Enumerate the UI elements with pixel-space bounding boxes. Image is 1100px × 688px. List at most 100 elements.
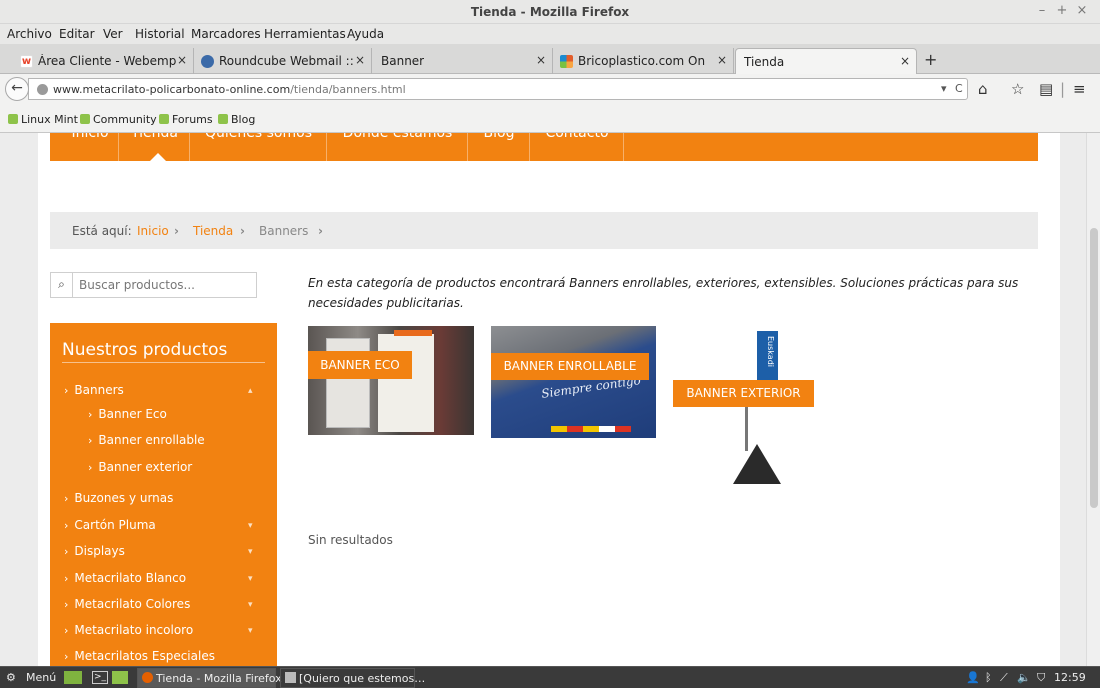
menu-archivo[interactable]: Archivo	[7, 27, 52, 41]
taskbar-window-firefox[interactable]: Tienda - Mozilla Firefox	[137, 668, 282, 688]
reading-list-icon[interactable]: ▤	[1039, 80, 1053, 98]
bookmark-community[interactable]: Community	[80, 113, 157, 126]
taskbar-window-label: [Quiero que estemos…	[299, 672, 426, 685]
show-desktop-icon[interactable]	[64, 671, 82, 684]
maximize-icon[interactable]: +	[1054, 3, 1070, 18]
new-tab-icon[interactable]: +	[924, 50, 937, 69]
start-menu-label[interactable]: Menú	[26, 671, 56, 684]
breadcrumb-tienda[interactable]: Tienda	[193, 224, 233, 238]
firefox-icon	[142, 672, 153, 683]
close-tab-icon[interactable]: ×	[177, 53, 187, 67]
search-icon[interactable]: ⌕	[51, 273, 73, 297]
sidebar-item-label: Metacrilatos Especiales	[74, 649, 215, 663]
sidebar-item-metacrilato-colores[interactable]: › Metacrilato Colores	[64, 597, 190, 611]
nav-quienes-somos[interactable]: Quienes somos	[191, 133, 327, 161]
close-tab-icon[interactable]: ×	[355, 53, 365, 67]
tab-tienda[interactable]: Tienda ×	[735, 48, 917, 74]
sidebar-item-banner-eco[interactable]: › Banner Eco	[88, 407, 167, 421]
nav-inicio[interactable]: Inicio	[62, 133, 119, 161]
user-icon[interactable]: 👤	[966, 671, 980, 684]
banner-brand-strip	[394, 330, 432, 336]
sidebar-item-banner-exterior[interactable]: › Banner exterior	[88, 460, 192, 474]
site-navigation: Inicio Tienda Quienes somos Donde estamo…	[50, 133, 1038, 161]
bookmark-star-icon[interactable]: ☆	[1011, 80, 1024, 98]
close-tab-icon[interactable]: ×	[717, 53, 727, 67]
network-icon[interactable]: ⟋	[1000, 671, 1008, 685]
mint-menu-icon[interactable]: ⚙	[6, 671, 16, 684]
breadcrumb-inicio[interactable]: Inicio	[137, 224, 169, 238]
category-banner-enrollable[interactable]: mobil Siempre contigo BANNER ENROLLABLE	[491, 326, 656, 438]
chevron-right-icon: ›	[88, 408, 93, 421]
sidebar-item-metacrilato-blanco[interactable]: › Metacrilato Blanco	[64, 571, 186, 585]
mint-icon	[80, 114, 90, 124]
category-label[interactable]: BANNER ECO	[308, 351, 412, 379]
minimize-icon[interactable]: –	[1034, 3, 1050, 18]
navigation-bar: www.metacrilato-policarbonato-online.com…	[0, 74, 1100, 104]
url-host: www.metacrilato-policarbonato-online.com	[53, 83, 291, 96]
tab-bricoplastico[interactable]: Bricoplastico.com On Lin… ×	[554, 48, 734, 74]
tab-area-cliente[interactable]: w Área Cliente - Webempre… ×	[14, 48, 194, 74]
category-label[interactable]: BANNER EXTERIOR	[673, 380, 814, 407]
expand-icon[interactable]: ▴	[248, 386, 253, 396]
category-label[interactable]: BANNER ENROLLABLE	[491, 353, 649, 380]
hamburger-menu-icon[interactable]: ≡	[1073, 80, 1086, 98]
menu-bar: Archivo Editar Ver Historial Marcadores …	[0, 24, 1100, 44]
close-tab-icon[interactable]: ×	[900, 54, 910, 68]
clock-text: 12:59	[1054, 671, 1086, 684]
bookmark-linux-mint[interactable]: Linux Mint	[8, 113, 78, 126]
menu-herramientas[interactable]: Herramientas	[264, 27, 346, 41]
banner-stand-image	[378, 334, 434, 432]
scrollbar-thumb[interactable]	[1090, 228, 1098, 508]
expand-icon[interactable]: ▾	[248, 574, 253, 584]
expand-icon[interactable]: ▾	[248, 521, 253, 531]
menu-editar[interactable]: Editar	[59, 27, 95, 41]
category-banner-eco[interactable]: BANNER ECO	[308, 326, 474, 435]
volume-icon[interactable]: 🔈	[1017, 671, 1031, 684]
menu-ayuda[interactable]: Ayuda	[347, 27, 384, 41]
page-scrollbar[interactable]	[1086, 133, 1100, 666]
tab-roundcube[interactable]: Roundcube Webmail :: En… ×	[195, 48, 372, 74]
sidebar-item-banner-enrollable[interactable]: › Banner enrollable	[88, 433, 205, 447]
nav-contacto[interactable]: Contacto	[531, 133, 624, 161]
url-text: www.metacrilato-policarbonato-online.com…	[53, 83, 406, 96]
expand-icon[interactable]: ▾	[248, 547, 253, 557]
sidebar-item-metacrilato-incoloro[interactable]: › Metacrilato incoloro	[64, 623, 193, 637]
toolbar-separator: |	[1060, 80, 1066, 98]
sidebar-item-metacrilatos-especiales[interactable]: › Metacrilatos Especiales	[64, 649, 215, 663]
close-tab-icon[interactable]: ×	[536, 53, 546, 67]
home-icon[interactable]: ⌂	[978, 80, 988, 98]
reload-icon[interactable]: C	[955, 82, 963, 95]
sidebar-item-banners[interactable]: › Banners	[64, 383, 124, 397]
menu-marcadores[interactable]: Marcadores	[191, 27, 261, 41]
taskbar-window-other[interactable]: [Quiero que estemos…	[280, 668, 425, 688]
files-icon[interactable]	[112, 671, 128, 684]
nav-donde-estamos[interactable]: Donde estamos	[328, 133, 468, 161]
sidebar-item-buzones[interactable]: › Buzones y urnas	[64, 491, 173, 505]
bookmark-blog[interactable]: Blog	[218, 113, 255, 126]
close-window-icon[interactable]: ×	[1074, 3, 1090, 18]
nav-blog[interactable]: Blog	[469, 133, 530, 161]
breadcrumb-label: Está aquí:	[72, 224, 132, 238]
url-dropdown-icon[interactable]: ▾	[941, 82, 947, 95]
terminal-icon[interactable]: >_	[92, 671, 108, 684]
sidebar-item-label: Metacrilato Colores	[74, 597, 191, 611]
mint-icon	[159, 114, 169, 124]
roundcube-icon	[201, 55, 214, 68]
update-shield-icon[interactable]: ⛉	[1037, 671, 1045, 685]
category-banner-exterior[interactable]: Euskadi BANNER EXTERIOR	[673, 326, 848, 496]
menu-historial[interactable]: Historial	[135, 27, 185, 41]
expand-icon[interactable]: ▾	[248, 626, 253, 636]
bookmark-forums[interactable]: Forums	[159, 113, 213, 126]
menu-ver[interactable]: Ver	[103, 27, 123, 41]
url-bar[interactable]: www.metacrilato-policarbonato-online.com…	[28, 78, 968, 100]
back-button[interactable]: ←	[5, 77, 29, 101]
bluetooth-icon[interactable]: ᛒ	[985, 671, 992, 684]
tab-banner[interactable]: Banner ×	[373, 48, 553, 74]
sidebar-item-displays[interactable]: › Displays	[64, 544, 125, 558]
bookmark-label: Blog	[231, 113, 256, 126]
search-input[interactable]: Buscar productos...	[79, 278, 195, 292]
expand-icon[interactable]: ▾	[248, 600, 253, 610]
flag-base-image	[733, 444, 781, 484]
chevron-right-icon: ›	[64, 650, 69, 663]
sidebar-item-carton-pluma[interactable]: › Cartón Pluma	[64, 518, 156, 532]
